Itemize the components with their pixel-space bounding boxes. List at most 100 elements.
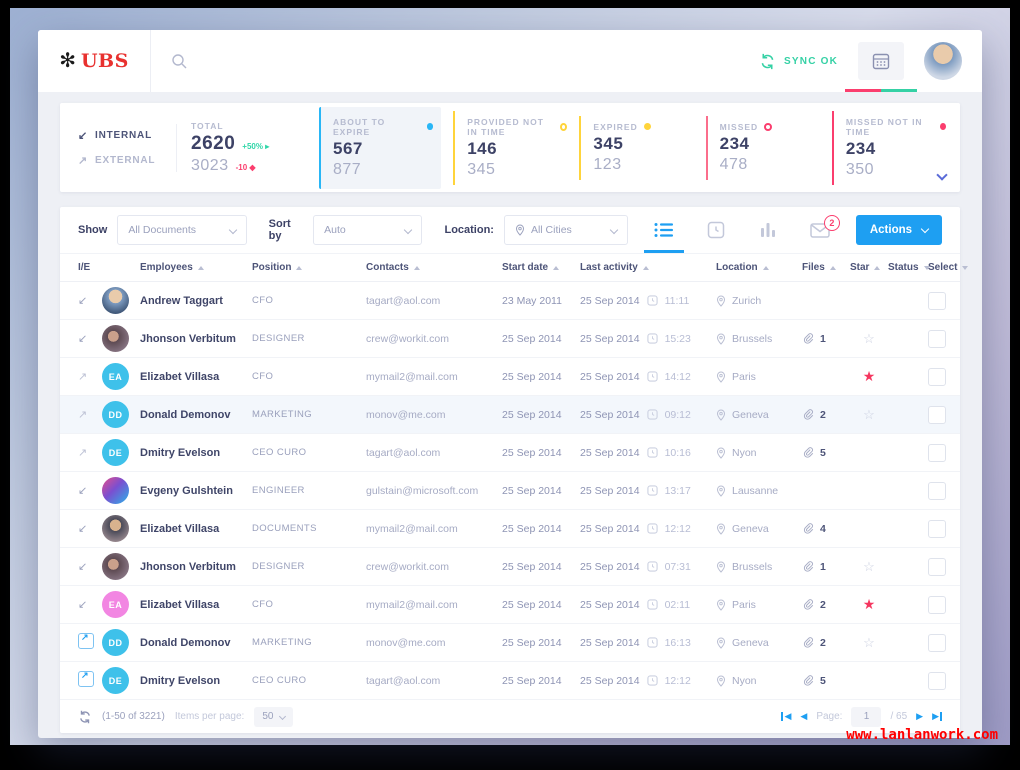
stat-card-missed[interactable]: MISSED 234 478 xyxy=(705,115,820,180)
contact-email[interactable]: crew@workit.com xyxy=(366,561,502,573)
stat-card-missed-not-in-time[interactable]: MISSED NOT IN TIME 234 350 xyxy=(831,110,947,185)
files-cell[interactable]: 5 xyxy=(802,674,850,687)
row-checkbox[interactable] xyxy=(928,671,946,690)
column-header-start-date[interactable]: Start date xyxy=(502,262,580,273)
star-icon[interactable]: ☆ xyxy=(850,331,888,347)
column-header-employees[interactable]: Employees xyxy=(102,262,252,273)
column-header-files[interactable]: Files xyxy=(802,262,850,273)
employee-avatar[interactable]: EA xyxy=(102,363,129,390)
next-page-button[interactable]: ▶ xyxy=(916,711,923,722)
contact-email[interactable]: monov@me.com xyxy=(366,409,502,421)
sync-status[interactable]: SYNC OK xyxy=(759,53,838,70)
stat-card-about-to-expire[interactable]: ABOUT TO EXPIRE 567 877 xyxy=(319,106,442,189)
files-cell[interactable]: 1 xyxy=(802,560,850,573)
stat-card-expired[interactable]: EXPIRED 345 123 xyxy=(579,115,693,180)
calendar-button[interactable] xyxy=(845,42,917,92)
employee-avatar[interactable] xyxy=(102,287,129,314)
row-checkbox[interactable] xyxy=(928,633,946,652)
column-header-last-activity[interactable]: Last activity xyxy=(580,262,716,273)
employee-name[interactable]: Dmitry Evelson xyxy=(140,675,220,687)
location-select[interactable]: All Cities xyxy=(503,215,628,245)
table-row[interactable]: ↙ ↗ Elizabet Villasa DOCUMENTS mymail2@m… xyxy=(60,510,960,548)
list-view-tab[interactable] xyxy=(638,207,690,253)
files-cell[interactable]: 2 xyxy=(802,636,850,649)
contact-email[interactable]: mymail2@mail.com xyxy=(366,523,502,535)
employee-avatar[interactable]: DE xyxy=(102,667,129,694)
files-cell[interactable]: 1 xyxy=(802,332,850,345)
table-row[interactable]: ↙ ↗ Jhonson Verbitum DESIGNER crew@worki… xyxy=(60,548,960,586)
sort-select[interactable]: Auto xyxy=(313,215,423,245)
contact-email[interactable]: tagart@aol.com xyxy=(366,447,502,459)
employee-name[interactable]: Elizabet Villasa xyxy=(140,371,219,383)
schedule-view-tab[interactable] xyxy=(690,207,742,253)
row-checkbox[interactable] xyxy=(928,291,946,310)
files-cell[interactable]: 5 xyxy=(802,446,850,459)
external-link-icon[interactable] xyxy=(78,670,94,687)
row-checkbox[interactable] xyxy=(928,557,946,576)
table-row[interactable]: ↙ ↗ EA Elizabet Villasa CFO mymail2@mail… xyxy=(60,586,960,624)
internal-filter[interactable]: ↙ INTERNAL xyxy=(78,129,174,142)
employee-avatar[interactable]: EA xyxy=(102,591,129,618)
employee-avatar[interactable] xyxy=(102,515,129,542)
first-page-button[interactable]: ◀ xyxy=(781,711,791,722)
table-row[interactable]: ↙ ↗ DE Dmitry Evelson CEO CURO tagart@ao… xyxy=(60,662,960,700)
refresh-icon[interactable] xyxy=(78,710,92,724)
items-per-page-select[interactable]: 50 xyxy=(254,706,294,727)
column-header-star[interactable]: Star xyxy=(850,262,888,273)
employee-name[interactable]: Jhonson Verbitum xyxy=(140,561,236,573)
row-checkbox[interactable] xyxy=(928,481,946,500)
prev-page-button[interactable]: ◀ xyxy=(800,711,807,722)
employee-avatar[interactable]: DE xyxy=(102,439,129,466)
column-header-select[interactable]: Select xyxy=(928,262,969,273)
contact-email[interactable]: crew@workit.com xyxy=(366,333,502,345)
column-header-position[interactable]: Position xyxy=(252,262,366,273)
star-icon[interactable]: ☆ xyxy=(850,559,888,575)
files-cell[interactable]: 2 xyxy=(802,408,850,421)
column-header-contacts[interactable]: Contacts xyxy=(366,262,502,273)
column-header-status[interactable]: Status xyxy=(888,262,930,273)
employee-name[interactable]: Jhonson Verbitum xyxy=(140,333,236,345)
employee-name[interactable]: Elizabet Villasa xyxy=(140,523,219,535)
contact-email[interactable]: mymail2@mail.com xyxy=(366,599,502,611)
page-input[interactable]: 1 xyxy=(851,706,882,727)
employee-avatar[interactable] xyxy=(102,553,129,580)
search-button[interactable] xyxy=(171,53,188,70)
row-checkbox[interactable] xyxy=(928,443,946,462)
table-row[interactable]: ↙ ↗ Andrew Taggart CFO tagart@aol.com 23… xyxy=(60,282,960,320)
star-icon[interactable]: ☆ xyxy=(850,635,888,651)
column-header-location[interactable]: Location xyxy=(716,262,802,273)
employee-avatar[interactable] xyxy=(102,325,129,352)
user-avatar[interactable] xyxy=(924,42,962,80)
employee-avatar[interactable] xyxy=(102,477,129,504)
table-row[interactable]: ↙ ↗ Evgeny Gulshtein ENGINEER gulstain@m… xyxy=(60,472,960,510)
stat-card-provided-not-in-time[interactable]: PROVIDED NOT IN TIME 146 345 xyxy=(453,110,568,185)
employee-avatar[interactable]: DD xyxy=(102,629,129,656)
contact-email[interactable]: gulstain@microsoft.com xyxy=(366,485,502,497)
actions-button[interactable]: Actions xyxy=(855,215,943,245)
row-checkbox[interactable] xyxy=(928,519,946,538)
table-row[interactable]: ↙ ↗ EA Elizabet Villasa CFO mymail2@mail… xyxy=(60,358,960,396)
files-cell[interactable]: 4 xyxy=(802,522,850,535)
employee-name[interactable]: Donald Demonov xyxy=(140,409,230,421)
external-link-icon[interactable] xyxy=(78,632,94,649)
employee-name[interactable]: Dmitry Evelson xyxy=(140,447,220,459)
chart-view-tab[interactable] xyxy=(742,207,794,253)
contact-email[interactable]: tagart@aol.com xyxy=(366,675,502,687)
table-row[interactable]: ↙ ↗ Jhonson Verbitum DESIGNER crew@worki… xyxy=(60,320,960,358)
documents-filter-select[interactable]: All Documents xyxy=(117,215,247,245)
row-checkbox[interactable] xyxy=(928,595,946,614)
table-row[interactable]: ↙ ↗ DE Dmitry Evelson CEO CURO tagart@ao… xyxy=(60,434,960,472)
external-filter[interactable]: ↗ EXTERNAL xyxy=(78,154,174,167)
contact-email[interactable]: monov@me.com xyxy=(366,637,502,649)
column-header-i-e[interactable]: I/E xyxy=(78,262,102,273)
star-icon[interactable]: ☆ xyxy=(850,407,888,423)
employee-name[interactable]: Elizabet Villasa xyxy=(140,599,219,611)
employee-name[interactable]: Andrew Taggart xyxy=(140,295,223,307)
stats-collapse-button[interactable] xyxy=(936,166,948,184)
employee-name[interactable]: Donald Demonov xyxy=(140,637,230,649)
contact-email[interactable]: mymail2@mail.com xyxy=(366,371,502,383)
last-page-button[interactable]: ▶ xyxy=(932,711,942,722)
row-checkbox[interactable] xyxy=(928,329,946,348)
star-icon[interactable]: ★ xyxy=(850,596,888,613)
table-row[interactable]: ↙ ↗ DD Donald Demonov MARKETING monov@me… xyxy=(60,396,960,434)
